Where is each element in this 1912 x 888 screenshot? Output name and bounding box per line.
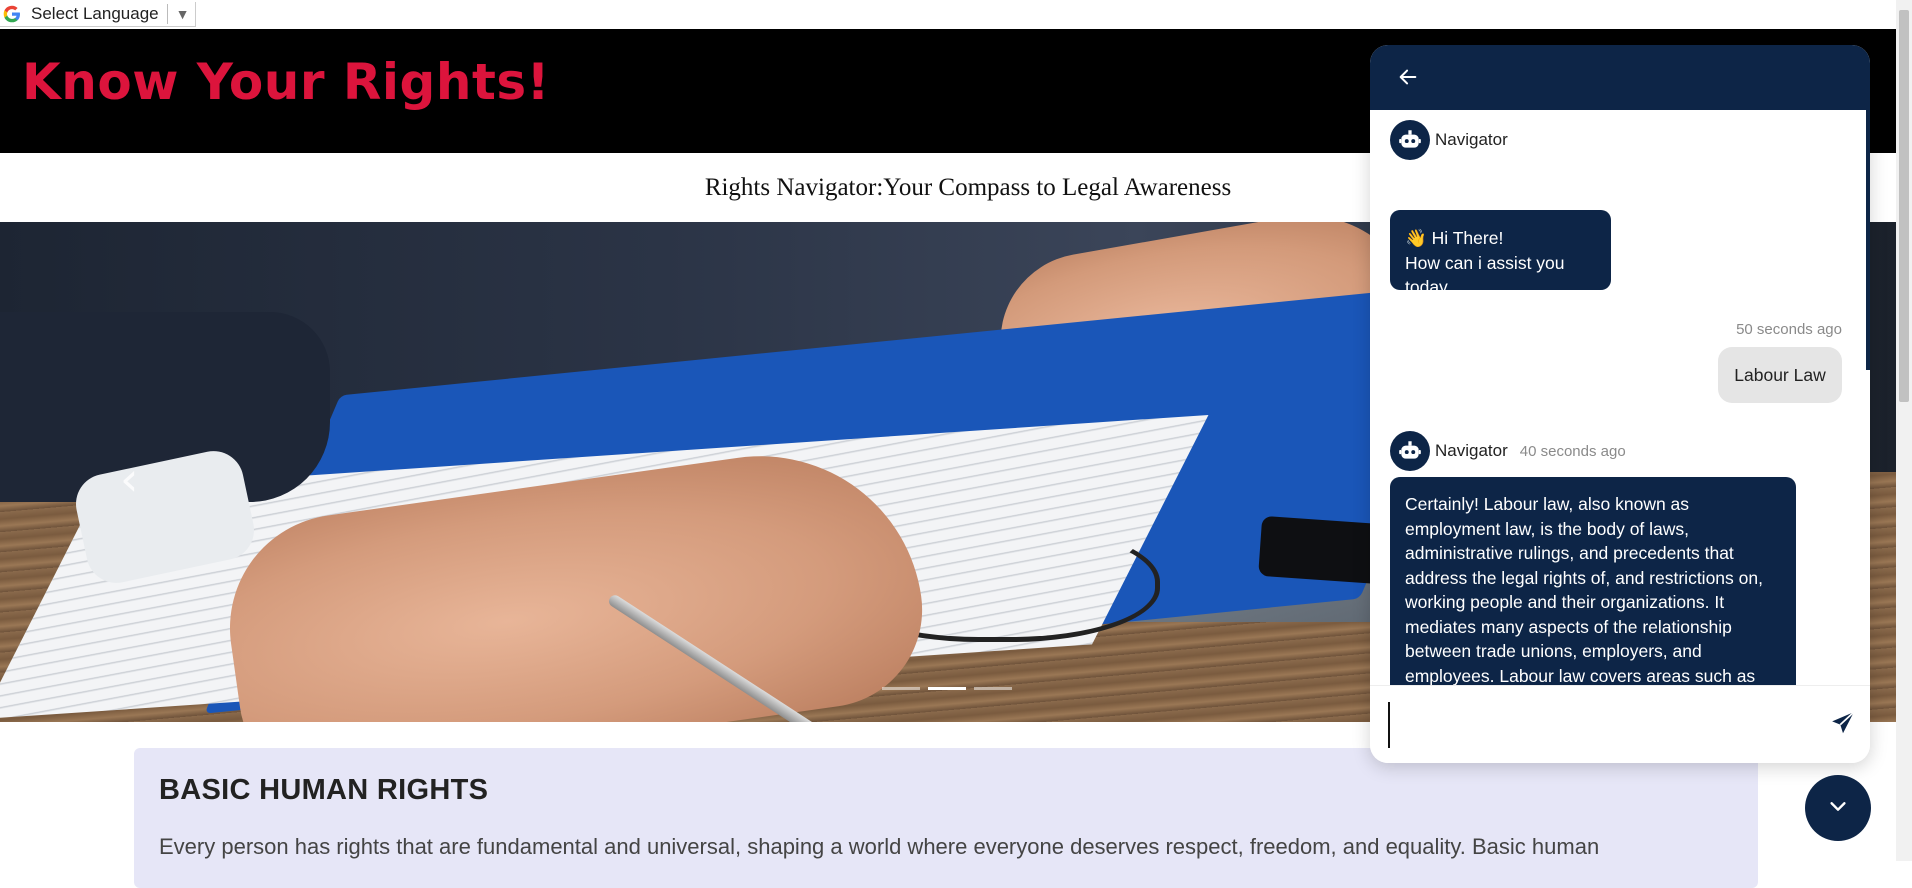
google-g-icon (1, 3, 23, 25)
carousel-indicator[interactable] (974, 687, 1012, 690)
message-timestamp: 40 seconds ago (1519, 442, 1626, 460)
chat-message-input[interactable] (1388, 702, 1816, 748)
carousel-prev-icon[interactable]: ‹ (120, 452, 138, 506)
bot-header: Navigator 40 seconds ago (1390, 431, 1626, 471)
page-scrollbar-thumb[interactable] (1899, 10, 1909, 402)
bot-message-line: 👋 Hi There! (1405, 228, 1504, 248)
chat-input-area (1370, 685, 1870, 763)
bot-message-line: How can i assist you today (1405, 252, 1565, 298)
carousel-indicators (882, 687, 1012, 690)
chat-scrollbar-thumb[interactable] (1866, 110, 1870, 370)
translate-bar: Select Language ▼ (0, 0, 1912, 30)
site-title[interactable]: Know Your Rights! (22, 53, 550, 111)
divider (166, 4, 168, 24)
bot-message: 👋 Hi There! How can i assist you today (1390, 210, 1611, 297)
chat-messages[interactable]: Navigator 👋 Hi There! How can i assist y… (1370, 110, 1866, 685)
robot-icon (1390, 120, 1430, 160)
bot-name: Navigator (1435, 441, 1508, 460)
dropdown-caret-icon[interactable]: ▼ (176, 6, 190, 22)
rights-card: BASIC HUMAN RIGHTS Every person has righ… (134, 748, 1758, 888)
site-subtitle: Rights Navigator:Your Compass to Legal A… (704, 173, 1232, 201)
bot-header: Navigator (1390, 120, 1508, 160)
chat-panel: Navigator 👋 Hi There! How can i assist y… (1370, 45, 1870, 763)
page-scrollbar[interactable] (1896, 0, 1912, 861)
arrow-left-icon[interactable] (1392, 61, 1424, 93)
language-label[interactable]: Select Language (31, 4, 159, 24)
chat-toggle-button[interactable] (1805, 775, 1871, 841)
carousel-indicator[interactable] (882, 687, 920, 690)
language-selector[interactable]: Select Language ▼ (0, 2, 197, 27)
robot-icon (1390, 431, 1430, 471)
rights-body: Every person has rights that are fundame… (159, 834, 1600, 859)
user-message: Labour Law (1718, 347, 1842, 403)
chat-scrollbar[interactable] (1866, 110, 1870, 685)
bot-message: Certainly! Labour law, also known as emp… (1390, 477, 1796, 685)
chevron-down-icon (1827, 795, 1849, 822)
rights-title: BASIC HUMAN RIGHTS (159, 774, 489, 806)
message-timestamp: 50 seconds ago (1736, 321, 1842, 338)
carousel-indicator-active[interactable] (928, 687, 966, 690)
send-icon[interactable] (1828, 708, 1858, 738)
chat-header (1370, 45, 1870, 110)
bot-name: Navigator (1435, 130, 1508, 149)
